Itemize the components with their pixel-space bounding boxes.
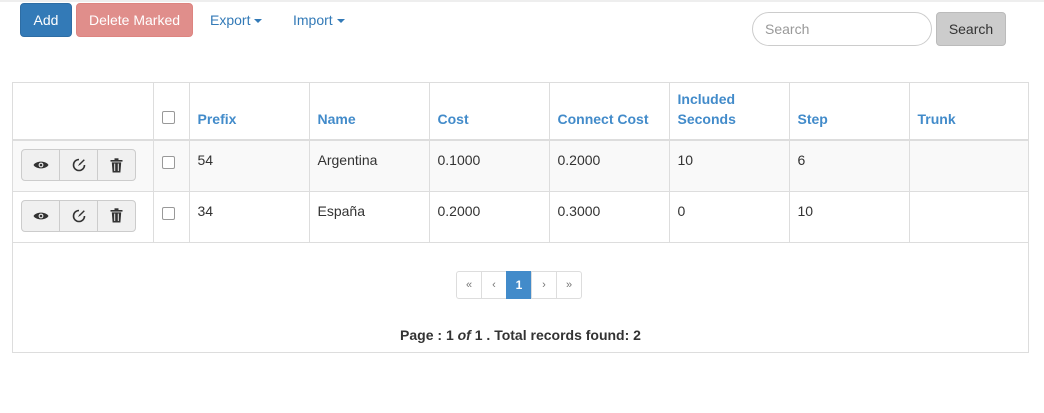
row-actions-cell [13,191,154,243]
cell-connect-cost: 0.3000 [549,191,670,243]
cell-included-seconds: 10 [669,140,790,192]
last-page-button[interactable]: » [556,271,582,299]
column-header-name[interactable]: Name [309,83,430,141]
next-page-button[interactable]: › [531,271,557,299]
search-button[interactable]: Search [936,12,1006,46]
select-all-header [153,83,190,141]
column-header-connect-cost[interactable]: Connect Cost [549,83,670,141]
current-page: 1 [445,327,454,343]
rates-panel: Prefix Name Cost Connect Cost Included S… [12,82,1029,353]
edit-button[interactable] [59,199,98,232]
import-label: Import [293,12,333,28]
page-1-button[interactable]: 1 [506,271,532,299]
total-pages: 1 [474,327,483,343]
delete-button[interactable] [97,149,136,181]
cell-name: España [309,191,430,243]
trash-icon [110,157,123,172]
actions-header [13,83,154,141]
eye-icon [33,212,48,219]
column-header-included-seconds[interactable]: Included Seconds [669,83,790,141]
table-header-row: Prefix Name Cost Connect Cost Included S… [13,83,1028,141]
table-row: 54 Argentina 0.1000 0.2000 10 6 [13,140,1028,192]
cell-prefix: 54 [189,140,310,192]
prev-page-button[interactable]: ‹ [481,271,507,299]
first-page-button[interactable]: « [456,271,482,299]
records-summary: Page : 1 of 1 . Total records found: 2 [13,327,1028,343]
trash-icon [110,208,123,223]
cell-step: 6 [789,140,910,192]
edit-icon [72,158,85,172]
cell-connect-cost: 0.2000 [549,140,670,192]
edit-button[interactable] [59,149,98,181]
cell-included-seconds: 0 [669,191,790,243]
cell-cost: 0.2000 [429,191,550,243]
column-header-cost[interactable]: Cost [429,83,550,141]
pagination: « ‹ 1 › » [456,271,582,299]
add-button[interactable]: Add [20,3,72,37]
export-label: Export [210,12,251,28]
top-divider [0,0,1044,2]
of-label: of [457,327,471,343]
caret-down-icon [336,19,345,24]
cell-cost: 0.1000 [429,140,550,192]
edit-icon [72,209,85,222]
row-checkbox[interactable] [161,156,175,169]
view-button[interactable] [21,199,60,232]
row-actions [21,199,145,232]
cell-trunk [909,191,1028,243]
view-button[interactable] [21,149,60,181]
select-all-checkbox[interactable] [161,111,175,124]
row-checkbox[interactable] [161,206,175,220]
table-row: 34 España 0.2000 0.3000 0 10 [13,191,1028,243]
total-records: 2 [633,327,641,343]
cell-name: Argentina [309,140,430,192]
column-header-trunk[interactable]: Trunk [909,83,1028,141]
records-label: . Total records found: [486,327,630,343]
import-dropdown[interactable]: Import [293,12,345,28]
column-header-step[interactable]: Step [789,83,910,141]
cell-trunk [909,140,1028,192]
row-actions [21,149,145,181]
page-label: Page : [400,327,443,343]
cell-step: 10 [789,191,910,243]
column-header-prefix[interactable]: Prefix [189,83,310,141]
caret-down-icon [254,19,263,24]
search-input[interactable] [752,12,932,46]
row-select-cell [153,140,190,192]
row-select-cell [153,191,190,243]
row-actions-cell [13,140,154,192]
delete-button[interactable] [97,199,136,232]
rates-table: Prefix Name Cost Connect Cost Included S… [13,83,1028,243]
cell-prefix: 34 [189,191,310,243]
export-dropdown[interactable]: Export [210,12,263,28]
delete-marked-button[interactable]: Delete Marked [76,3,193,37]
eye-icon [33,161,48,169]
